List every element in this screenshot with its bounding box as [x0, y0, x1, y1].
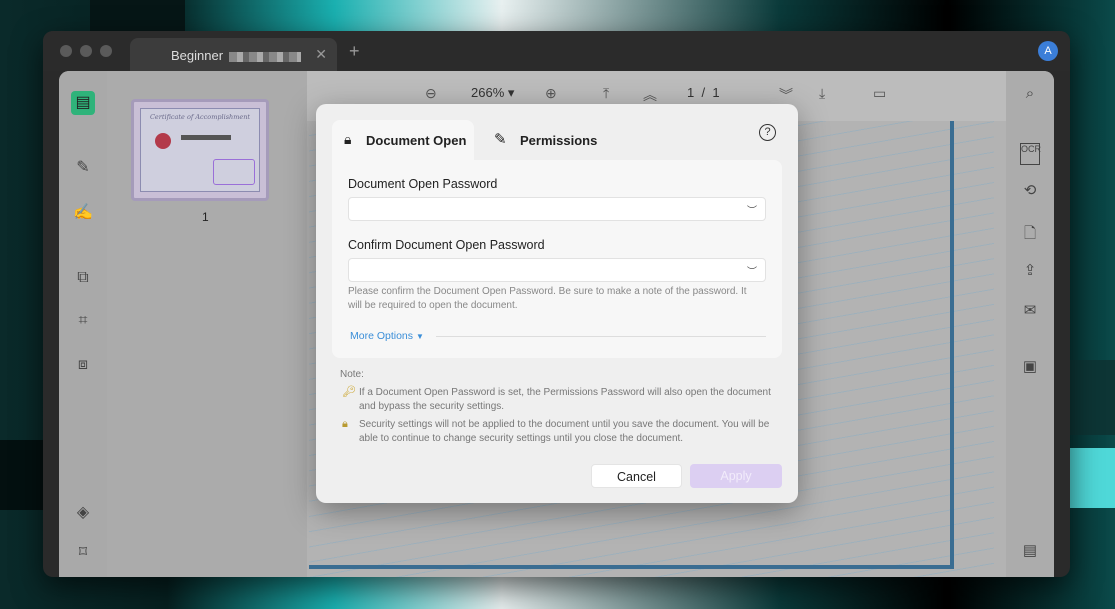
security-dialog: 🔒︎ Document Open ✎ Permissions ? Document …: [316, 104, 798, 503]
next-page-icon[interactable]: ︾: [779, 85, 793, 105]
zoom-window-button[interactable]: [100, 45, 112, 57]
open-password-label: Document Open Password: [348, 177, 498, 191]
layers-icon[interactable]: ◈: [71, 501, 95, 525]
email-icon[interactable]: ✉: [1020, 301, 1040, 323]
document-tab[interactable]: Beginner ✕: [130, 38, 337, 71]
ocr-icon[interactable]: OCR: [1020, 143, 1041, 165]
note-label: Note:: [340, 369, 364, 380]
open-password-input[interactable]: ︶: [348, 197, 766, 221]
page-indicator[interactable]: 1 / 1: [687, 85, 720, 100]
pages-icon[interactable]: ⧉: [71, 266, 95, 290]
tab-label: Permissions: [520, 133, 598, 148]
title-bar: Beginner ✕ + A: [43, 31, 1070, 71]
tab-title: Beginner: [171, 48, 224, 63]
thumbnail-label: 1: [202, 210, 209, 224]
thumbnail-image: Certificate of Accomplishment: [140, 108, 260, 192]
background: [90, 0, 185, 31]
note-item: If a Document Open Password is set, the …: [359, 387, 771, 412]
divider: [436, 336, 766, 337]
key-icon: 🔑︎: [342, 386, 356, 398]
certificate-border: [950, 121, 954, 569]
reader-icon[interactable]: ▤: [71, 91, 95, 115]
page-total: 1: [712, 85, 720, 100]
background: [1070, 360, 1115, 435]
share-icon[interactable]: ⇪: [1020, 261, 1040, 283]
convert-pdf-icon[interactable]: ⟲: [1020, 181, 1040, 203]
confirm-password-label: Confirm Document Open Password: [348, 238, 545, 252]
tab-label: Document Open: [366, 133, 467, 148]
more-options-label: More Options: [350, 330, 414, 342]
question-icon[interactable]: ?: [759, 124, 776, 141]
last-page-icon[interactable]: ⤓: [819, 85, 825, 102]
redacted-text: [229, 51, 302, 62]
edit-icon[interactable]: ✍: [71, 201, 95, 225]
background: [1070, 448, 1115, 508]
convert-icon[interactable]: ⧈: [71, 353, 95, 377]
confirm-hint: Please confirm the Document Open Passwor…: [348, 286, 747, 311]
bookmark-icon[interactable]: ⌑: [71, 541, 95, 565]
caret-down-icon: ▼: [415, 332, 424, 341]
certificate-name-graphic: [181, 135, 231, 140]
protect-icon[interactable]: 🗋: [1020, 223, 1040, 245]
more-options-button[interactable]: More Options ▼: [350, 330, 424, 342]
highlighter-icon[interactable]: ✎: [71, 156, 95, 180]
certificate-title: Certificate of Accomplishment: [149, 113, 251, 121]
background: [0, 440, 43, 510]
cancel-button[interactable]: Cancel: [591, 464, 682, 488]
save-icon[interactable]: ▣: [1020, 357, 1040, 379]
note-item: Security settings will not be applied to…: [359, 419, 770, 444]
left-sidebar: ▤ ✎ ✍ ⧉ ⌗ ⧈ ◈ ⌑: [59, 71, 107, 577]
certificate-border: [309, 565, 954, 569]
zoom-select[interactable]: 266% ▾: [471, 85, 514, 101]
zoom-in-icon[interactable]: ⊕: [545, 85, 557, 102]
search-icon[interactable]: ⌕: [1020, 85, 1040, 107]
new-tab-button[interactable]: +: [349, 41, 360, 62]
presentation-icon[interactable]: ▭: [873, 85, 886, 102]
selection-box: [213, 159, 255, 185]
page-thumbnail[interactable]: Certificate of Accomplishment: [131, 99, 269, 201]
prev-page-icon[interactable]: ︽: [643, 85, 657, 105]
right-sidebar: ⌕ OCR ⟲ 🗋 ⇪ ✉ ▣ ▤: [1006, 71, 1054, 577]
tab-document-open[interactable]: 🔒︎ Document Open: [332, 120, 474, 160]
apply-button[interactable]: Apply: [690, 464, 782, 488]
padlock-icon: 🔒︎: [342, 418, 348, 430]
page-sep: /: [701, 85, 706, 100]
minimize-window-button[interactable]: [80, 45, 92, 57]
close-tab-icon[interactable]: ✕: [315, 46, 327, 63]
thumbnail-panel: Certificate of Accomplishment 1: [107, 71, 307, 577]
page-current: 1: [687, 85, 695, 100]
zoom-value: 266%: [471, 85, 505, 100]
doc-pen-icon: ✎: [494, 131, 507, 148]
lock-doc-icon: 🔒︎: [344, 131, 352, 147]
eye-closed-icon[interactable]: ︶: [747, 202, 757, 217]
tab-permissions[interactable]: ✎ Permissions: [486, 120, 597, 160]
comment-icon[interactable]: ▤: [1020, 541, 1040, 563]
close-window-button[interactable]: [60, 45, 72, 57]
crop-icon[interactable]: ⌗: [71, 309, 95, 333]
zoom-out-icon[interactable]: ⊖: [425, 85, 437, 102]
confirm-password-input[interactable]: ︶: [348, 258, 766, 282]
seal-graphic: [155, 133, 171, 149]
document-open-panel: Document Open Password ︶ Confirm Documen…: [332, 160, 782, 358]
first-page-icon[interactable]: ⤒: [603, 85, 609, 102]
avatar[interactable]: A: [1038, 41, 1058, 61]
eye-closed-icon[interactable]: ︶: [747, 263, 757, 278]
